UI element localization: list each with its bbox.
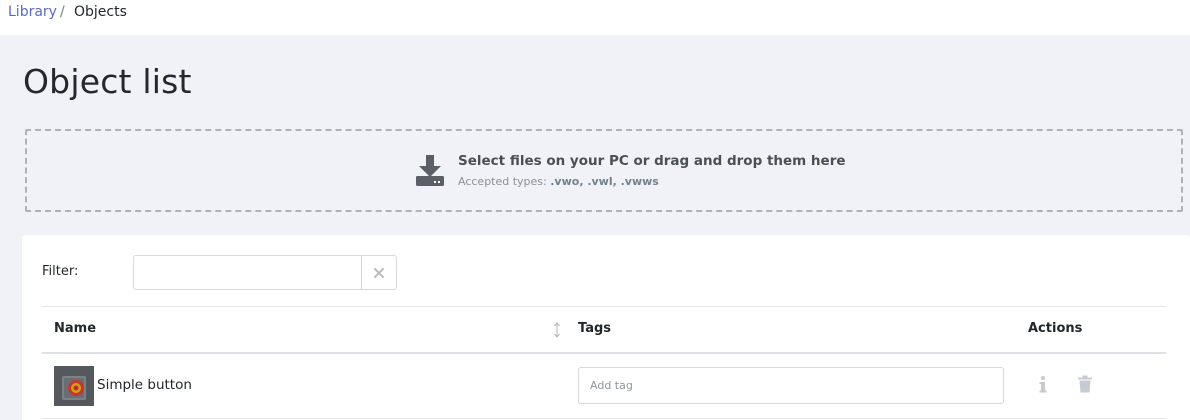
filter-clear-button[interactable] bbox=[361, 255, 397, 290]
table-header-divider bbox=[42, 352, 1166, 354]
file-dropzone[interactable]: Select files on your PC or drag and drop… bbox=[25, 129, 1183, 212]
column-header-actions: Actions bbox=[1028, 321, 1083, 336]
object-name[interactable]: Simple button bbox=[97, 377, 192, 393]
info-icon[interactable] bbox=[1036, 375, 1050, 393]
breadcrumb: Library / Objects bbox=[0, 0, 1190, 35]
accepted-types-label: Accepted types: bbox=[458, 175, 547, 188]
breadcrumb-current: Objects bbox=[74, 4, 127, 20]
filter-input[interactable] bbox=[133, 255, 362, 290]
breadcrumb-separator: / bbox=[60, 4, 65, 20]
breadcrumb-library-link[interactable]: Library bbox=[8, 4, 57, 20]
download-tray-icon bbox=[416, 155, 444, 186]
dropzone-main-text: Select files on your PC or drag and drop… bbox=[458, 153, 846, 169]
filter-label: Filter: bbox=[42, 264, 79, 279]
column-header-name[interactable]: Name bbox=[54, 321, 96, 336]
table-row-border bbox=[42, 418, 1166, 419]
page-title: Object list bbox=[23, 62, 192, 101]
table-top-border bbox=[42, 306, 1166, 307]
accepted-types-value: .vwo, .vwl, .vwws bbox=[550, 175, 659, 188]
column-header-tags: Tags bbox=[578, 321, 612, 336]
dropzone-accepted-types: Accepted types: .vwo, .vwl, .vwws bbox=[458, 175, 659, 188]
sort-icon[interactable] bbox=[553, 322, 561, 338]
trash-icon[interactable] bbox=[1077, 375, 1093, 393]
object-thumbnail bbox=[54, 366, 94, 406]
close-icon bbox=[374, 267, 384, 278]
add-tag-input[interactable] bbox=[578, 367, 1004, 404]
